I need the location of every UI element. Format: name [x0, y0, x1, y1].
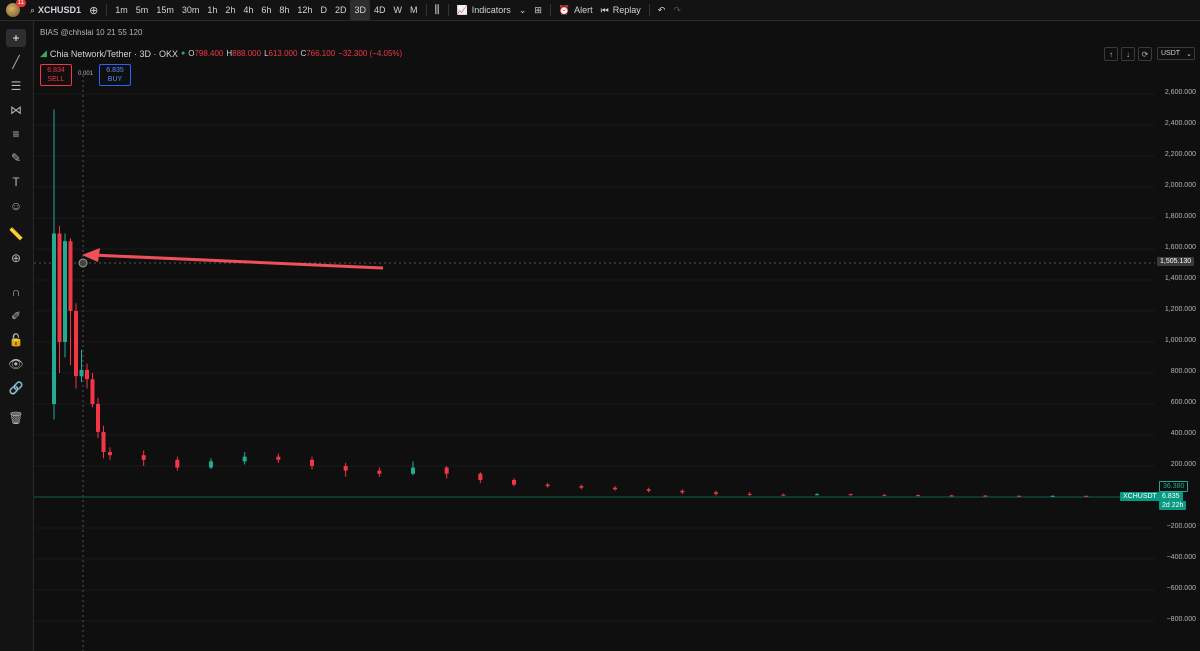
candle-body [209, 461, 213, 468]
candle-body [579, 486, 584, 488]
price-chart[interactable] [0, 0, 1200, 651]
candle-body [545, 484, 550, 487]
candle-body [108, 452, 112, 456]
candle-body [90, 379, 95, 404]
candle-body [1017, 495, 1021, 497]
candle-body [848, 494, 853, 496]
candle-body [916, 495, 920, 497]
axis-tick-label: 600.000 [1170, 399, 1196, 406]
candle-body [949, 495, 954, 497]
axis-tick-label: 2,600.000 [1164, 89, 1196, 96]
axis-tick-label: 1,600.000 [1164, 244, 1196, 251]
candle-body [343, 466, 348, 471]
candle-body [96, 404, 100, 432]
candle-body [781, 494, 786, 496]
candle-body [377, 470, 382, 474]
symbol-tag: XCHUSDT [1120, 492, 1160, 501]
candle-body [1050, 495, 1055, 497]
candle-body [646, 489, 651, 491]
candle-body [815, 494, 819, 496]
axis-tick-label: −400.000 [1166, 554, 1196, 561]
candle-body [74, 311, 78, 377]
last-price-tag: 6.835 [1159, 492, 1183, 501]
crosshair-price-tag: 1,505.130 [1157, 257, 1195, 266]
axis-tick-label: 200.000 [1170, 461, 1196, 468]
axis-tick-label: 2,400.000 [1164, 120, 1196, 127]
axis-tick-label: −800.000 [1166, 616, 1196, 623]
candle-body [411, 467, 415, 474]
candle-body [714, 492, 718, 494]
candle-body [79, 369, 84, 377]
axis-tick-label: 2,000.000 [1164, 182, 1196, 189]
candle-body [57, 233, 62, 342]
candle-body [882, 494, 887, 496]
axis-tick-label: −200.000 [1166, 523, 1196, 530]
candle-body [141, 455, 146, 460]
candle-body [512, 479, 516, 485]
candle-body [276, 456, 281, 460]
ma-value-tag: 36.380 [1159, 481, 1189, 492]
axis-tick-label: 1,400.000 [1164, 275, 1196, 282]
candle-body [747, 493, 752, 495]
candle-body [63, 241, 67, 342]
axis-tick-label: 1,200.000 [1164, 306, 1196, 313]
candle-body [478, 473, 483, 480]
crosshair-marker [78, 258, 88, 268]
candle-body [310, 459, 314, 466]
candle-body [101, 431, 106, 453]
candle-body [175, 459, 180, 468]
axis-tick-label: 1,000.000 [1164, 337, 1196, 344]
axis-tick-label: 800.000 [1170, 368, 1196, 375]
candle-body [242, 456, 247, 462]
candle-body [52, 233, 56, 404]
countdown-tag: 2d 22h [1159, 501, 1187, 510]
axis-tick-label: 2,200.000 [1164, 151, 1196, 158]
candle-body [1084, 495, 1089, 497]
axis-tick-label: 1,800.000 [1164, 213, 1196, 220]
axis-tick-label: 400.000 [1170, 430, 1196, 437]
candle-body [444, 467, 449, 474]
candle-body [613, 487, 617, 490]
candle-body [68, 241, 73, 311]
candle-body [983, 495, 988, 497]
annotation-arrow-line [91, 253, 384, 270]
candle-body [680, 490, 685, 493]
candle-body [85, 369, 89, 380]
axis-tick-label: −600.000 [1166, 585, 1196, 592]
